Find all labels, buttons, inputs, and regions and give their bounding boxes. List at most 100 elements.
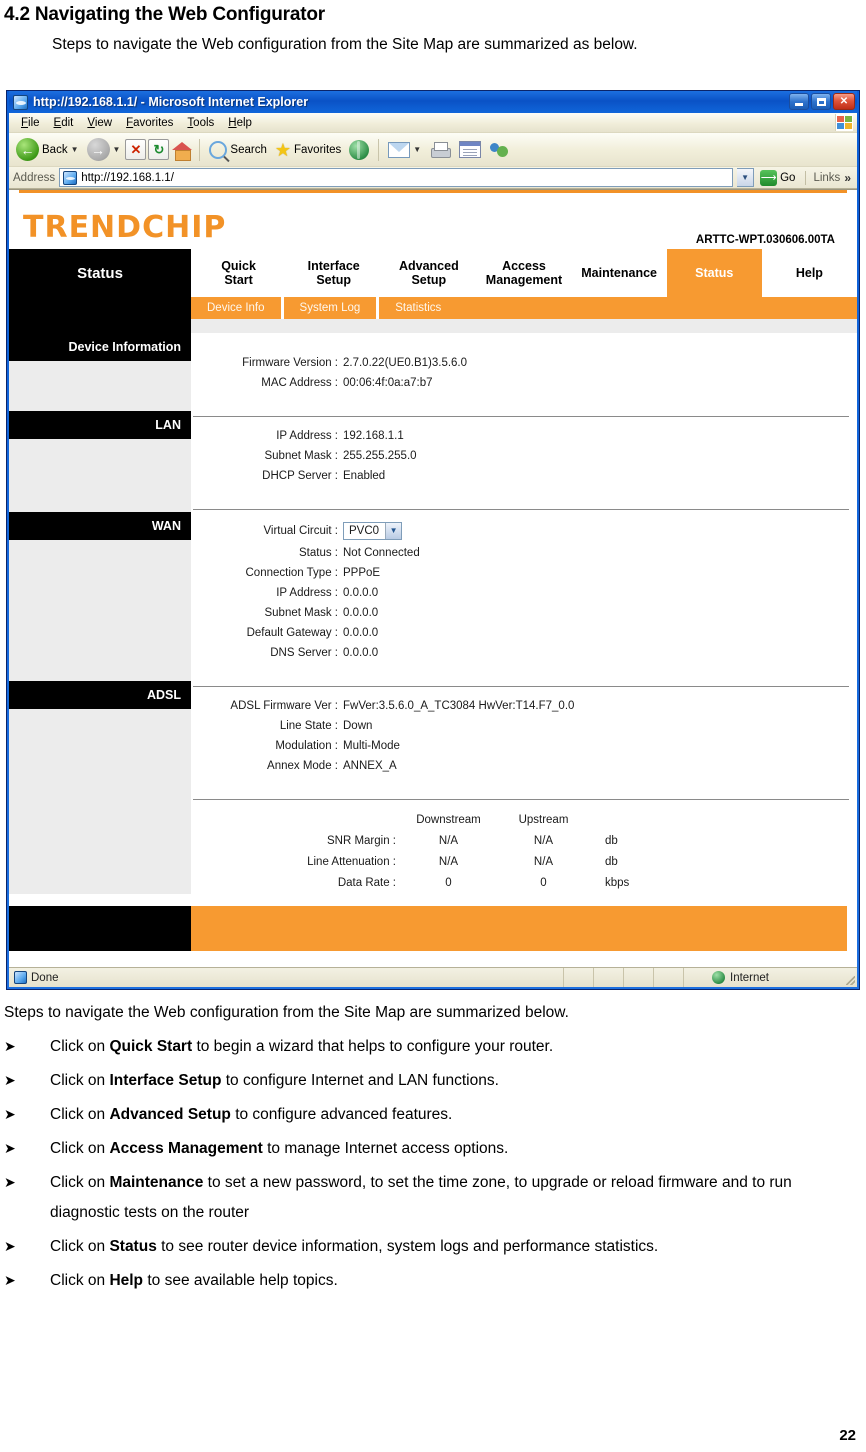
trendchip-logo: TRENDCHIP [23,210,227,245]
links-bar[interactable]: Links » [805,170,855,185]
search-button[interactable]: Search [206,139,269,161]
address-input[interactable]: http://192.168.1.1/ [59,168,734,187]
nav-tab-access-management[interactable]: Access Management [476,249,572,297]
intro-paragraph: Steps to navigate the Web configuration … [52,36,638,53]
nav-tab-line1: Quick [221,258,256,273]
menu-item-edit[interactable]: Edit [47,116,81,130]
bullet-text: Click on Access Management to manage Int… [50,1140,509,1157]
key-dns-server: DNS Server : [270,647,338,659]
bullet-text: Click on Advanced Setup to configure adv… [50,1106,453,1123]
maximize-icon[interactable] [811,93,831,110]
row-wan-ip: IP Address : 0.0.0.0 [193,583,857,603]
key-line-state: Line State : [279,720,338,732]
refresh-icon[interactable]: ↻ [148,139,170,160]
forward-button[interactable]: → ▼ [84,136,124,163]
browser-window-figure: http://192.168.1.1/ - Microsoft Internet… [6,90,860,990]
messenger-button[interactable] [486,139,514,161]
key-default-gateway: Default Gateway : [246,627,338,639]
key-modulation: Modulation : [275,740,338,752]
adsl-stats-wrap: Downstream Upstream SNR Margin : N/A N/A… [193,800,857,902]
print-button[interactable] [426,139,454,160]
adsl-list: ADSL Firmware Ver : FwVer:3.5.6.0_A_TC30… [193,687,857,786]
nav-tab-maintenance[interactable]: Maintenance [571,249,667,297]
stop-icon[interactable]: ✕ [125,139,147,160]
key-wan-subnet: Subnet Mask : [264,607,338,619]
atten-up: N/A [533,856,554,868]
row-wan-status: Status : Not Connected [193,543,857,563]
footer-accent-block [191,906,847,951]
edit-button[interactable] [456,139,484,160]
favorites-button[interactable]: ★ Favorites [272,139,344,161]
media-globe-icon [349,139,370,160]
subnav-tab-system-log[interactable]: System Log [284,297,377,319]
page-number: 22 [839,1427,856,1444]
security-zone[interactable]: Internet [683,968,843,987]
address-dropdown-icon[interactable]: ▼ [737,168,755,187]
key-connection-type: Connection Type : [245,567,339,579]
row-adsl-firmware: ADSL Firmware Ver : FwVer:3.5.6.0_A_TC30… [193,696,857,716]
footer-left-block [9,906,191,951]
close-icon[interactable]: ✕ [833,93,855,110]
menu-item-favorites[interactable]: Favorites [119,116,180,130]
list-item: ➤ Click on Access Management to manage I… [0,1134,866,1164]
rate-up: 0 [540,877,547,889]
header-unit [591,810,643,831]
statusbar-panel-1 [563,968,593,987]
back-button[interactable]: ← Back ▼ [13,136,82,163]
atten-unit: db [605,856,618,868]
value-firmware-version: 2.7.0.22(UE0.B1)3.5.6.0 [343,357,468,369]
nav-tab-status[interactable]: Status [666,249,762,297]
address-value: http://192.168.1.1/ [81,171,174,184]
resize-grip[interactable] [843,968,857,987]
rate-down: 0 [445,877,452,889]
subnav-spacer [9,297,191,319]
menu-item-file[interactable]: File [14,116,47,130]
star-icon: ★ [274,139,291,160]
go-button[interactable]: ⟶ Go [758,169,801,186]
subnav-tab-device-info[interactable]: Device Info [191,297,281,319]
bullet-arrow-icon: ➤ [4,1107,16,1123]
nav-tab-line2: Start [224,273,253,287]
forward-dropdown-icon[interactable]: ▼ [113,145,121,154]
side-fill-wan [9,540,191,681]
mail-button[interactable]: ▼ [385,140,424,160]
messenger-icon [489,141,511,159]
bullet-text: Click on Interface Setup to configure In… [50,1072,499,1089]
minimize-icon[interactable] [789,93,809,110]
chevron-double-right-icon[interactable]: » [844,171,851,185]
row-dns-server: DNS Server : 0.0.0.0 [193,643,857,663]
media-button[interactable] [346,138,372,162]
value-modulation: Multi-Mode [343,740,400,752]
table-row: SNR Margin : N/A N/A db [251,831,643,852]
value-wan-status: Not Connected [343,547,420,559]
router-side-column: Device Information LAN WAN ADSL [9,333,191,902]
nav-tab-help[interactable]: Help [761,249,857,297]
statusbar-panel-2 [593,968,623,987]
menu-item-tools[interactable]: Tools [180,116,221,130]
rate-unit: kbps [605,877,630,889]
status-text: Done [31,971,59,984]
back-dropdown-icon[interactable]: ▼ [71,145,79,154]
nav-tab-line1: Status [695,265,734,280]
router-header: TRENDCHIP ARTTC-WPT.030606.00TA [9,193,857,249]
menu-item-help[interactable]: Help [221,116,259,130]
nav-tab-quick-start[interactable]: Quick Start [191,249,287,297]
search-label: Search [230,143,267,156]
virtual-circuit-select[interactable]: PVC0 ▼ [343,522,403,540]
home-icon[interactable] [171,139,193,161]
menu-item-view[interactable]: View [80,116,119,130]
lan-list: IP Address : 192.168.1.1 Subnet Mask : 2… [193,417,857,496]
atten-down: N/A [438,856,459,868]
chevron-down-icon[interactable]: ▼ [385,523,402,539]
router-web-configurator: TRENDCHIP ARTTC-WPT.030606.00TA Status Q… [9,190,857,967]
subnav-tab-statistics[interactable]: Statistics [379,297,457,319]
forward-arrow-icon: → [86,138,110,161]
nav-tab-interface-setup[interactable]: Interface Setup [286,249,382,297]
bullet-text: Click on Quick Start to begin a wizard t… [50,1038,554,1055]
value-default-gateway: 0.0.0.0 [343,627,379,639]
toolbar-divider [199,138,201,161]
nav-tab-advanced-setup[interactable]: Advanced Setup [381,249,477,297]
favorites-label: Favorites [294,143,342,156]
mail-dropdown-icon[interactable]: ▼ [413,145,421,154]
statusbar-panel-3 [623,968,653,987]
